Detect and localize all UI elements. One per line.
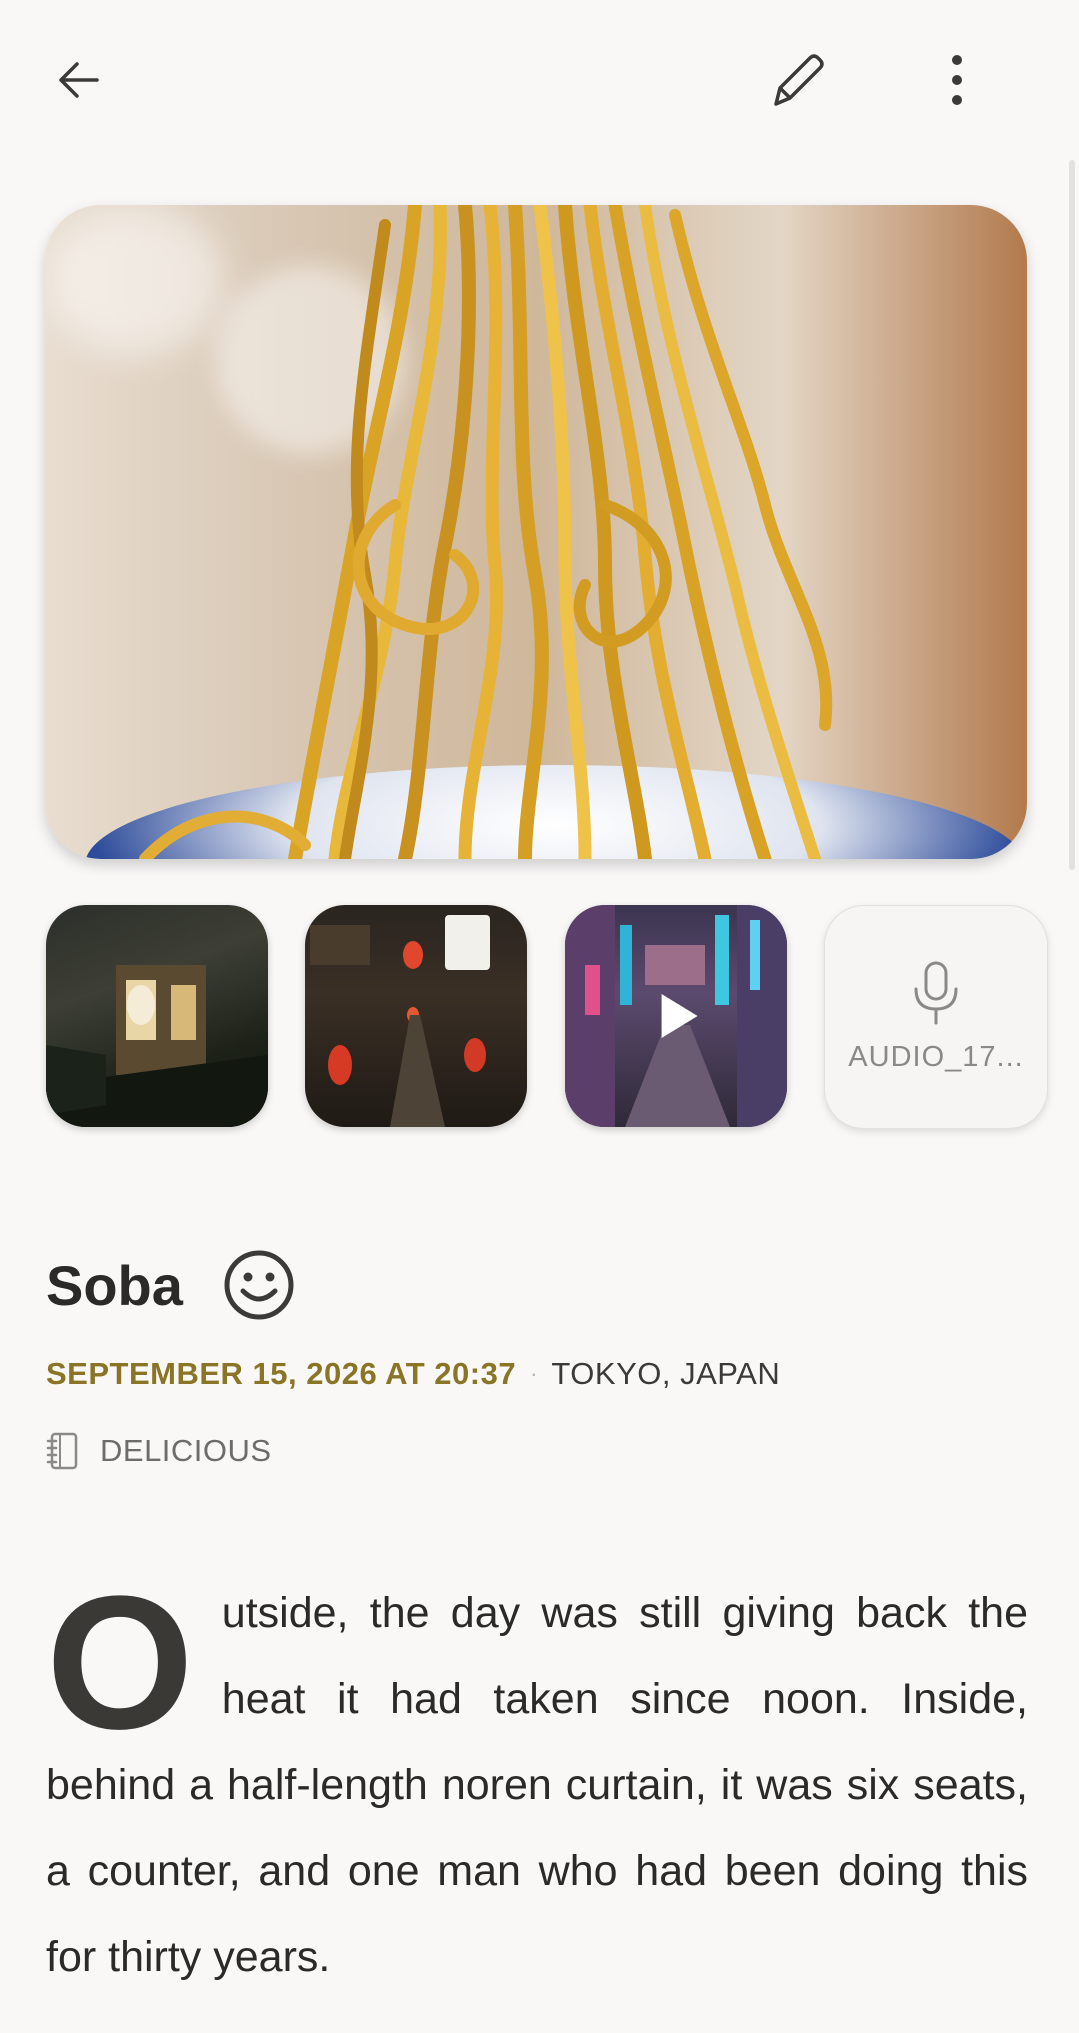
media-thumbnail-1[interactable]: [46, 905, 268, 1127]
alley-shopfront-graphic: [46, 965, 268, 1127]
drop-cap: O: [46, 1557, 194, 1769]
pencil-icon: [774, 54, 824, 106]
edit-button[interactable]: [763, 45, 833, 115]
microphone-icon: [914, 961, 958, 1024]
hero-photo[interactable]: [45, 205, 1027, 859]
journal-name: DELICIOUS: [100, 1433, 272, 1468]
lantern-alley-graphic: [310, 915, 490, 1127]
more-vertical-icon: [952, 55, 962, 105]
media-thumbnail-audio[interactable]: AUDIO_17...: [824, 905, 1048, 1129]
scrollbar[interactable]: [1069, 160, 1075, 870]
more-options-button[interactable]: [922, 45, 992, 115]
play-icon: [661, 994, 698, 1038]
journal-tag[interactable]: DELICIOUS: [46, 1432, 272, 1470]
arrow-left-icon: [59, 62, 99, 98]
media-thumbnail-2[interactable]: [305, 905, 527, 1127]
entry-date[interactable]: SEPTEMBER 15, 2026 AT 20:37: [46, 1356, 516, 1392]
top-app-bar: [0, 0, 1079, 160]
back-button[interactable]: [43, 45, 113, 115]
noodles-graphic: [139, 205, 833, 859]
smiley-face-icon[interactable]: [223, 1249, 295, 1321]
entry-body[interactable]: O utside, the day was still giving back …: [46, 1557, 1028, 2000]
entry-location[interactable]: TOKYO, JAPAN: [551, 1356, 780, 1392]
entry-title: Soba: [46, 1253, 183, 1317]
entry-title-row: Soba: [46, 1245, 295, 1325]
media-strip: AUDIO_17...: [46, 905, 1048, 1129]
notebook-icon: [46, 1432, 78, 1470]
audio-file-label: AUDIO_17...: [848, 1040, 1024, 1073]
entry-metadata: SEPTEMBER 15, 2026 AT 20:37 · TOKYO, JAP…: [46, 1356, 780, 1392]
meta-separator: ·: [530, 1361, 538, 1386]
media-thumbnail-3-video[interactable]: [565, 905, 787, 1127]
